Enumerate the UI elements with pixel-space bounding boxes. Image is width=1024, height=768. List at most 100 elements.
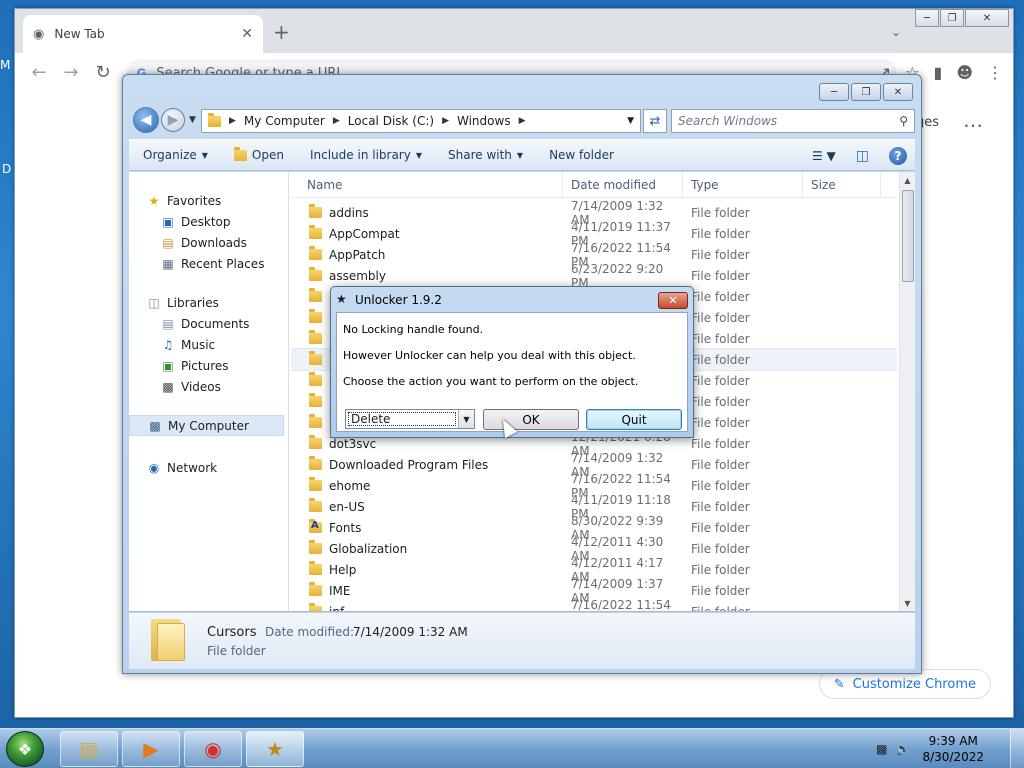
nav-pictures[interactable]: ▣ Pictures xyxy=(129,355,288,376)
folder-icon xyxy=(309,540,322,554)
folder-icon xyxy=(208,112,221,127)
nav-videos[interactable]: ▩ Videos xyxy=(129,376,288,397)
star-icon: ★ xyxy=(148,193,160,208)
new-tab-plus-icon[interactable]: + xyxy=(273,22,290,42)
address-dropdown-icon[interactable]: ▼ xyxy=(627,116,634,126)
breadcrumb-item[interactable]: My Computer xyxy=(244,114,325,128)
command-bar: Organize ▼ Open Include in library ▼ Share… xyxy=(129,139,915,171)
help-icon[interactable]: ? xyxy=(889,147,907,165)
column-header-size[interactable]: Size xyxy=(803,172,881,197)
tab-close-icon[interactable]: ✕ xyxy=(241,26,253,42)
chevron-right-icon[interactable]: ▶ xyxy=(229,116,236,126)
column-header-date-modified[interactable]: Date modified xyxy=(563,172,683,197)
folder-icon xyxy=(309,309,322,323)
chevron-right-icon[interactable]: ▶ xyxy=(519,116,526,126)
downloads-icon: ▤ xyxy=(162,235,174,250)
taskbar-unlocker-button[interactable]: ★ xyxy=(246,731,304,767)
file-name: Help xyxy=(329,562,357,577)
folder-icon xyxy=(309,246,322,260)
details-item-type: File folder xyxy=(207,644,266,658)
forward-arrow-icon[interactable]: ▶ xyxy=(161,108,185,132)
maximize-icon[interactable]: ❐ xyxy=(940,9,964,27)
nav-libraries[interactable]: ◫ Libraries xyxy=(129,292,288,313)
desktop-icon-label-fragment: D xyxy=(2,162,12,176)
back-arrow-icon[interactable]: ◀ xyxy=(133,107,159,133)
nav-downloads[interactable]: ▤ Downloads xyxy=(129,232,288,253)
vertical-scrollbar[interactable]: ▲ ▼ xyxy=(899,172,915,611)
quit-button[interactable]: Quit xyxy=(586,409,682,430)
ok-button[interactable]: OK xyxy=(483,409,579,430)
scroll-thumb[interactable] xyxy=(902,190,914,282)
nav-favorites[interactable]: ★ Favorites xyxy=(129,190,288,211)
nav-desktop[interactable]: ▣ Desktop xyxy=(129,211,288,232)
recent-pages-dropdown-icon[interactable]: ▼ xyxy=(189,115,196,125)
taskbar-media-player-button[interactable]: ▶ xyxy=(122,731,180,767)
chrome-tab-new-tab[interactable]: ◉ New Tab ✕ xyxy=(23,15,263,53)
volume-icon[interactable]: 🔈 xyxy=(896,742,911,756)
file-name-cell: Fonts xyxy=(291,519,563,535)
fonts-folder-icon xyxy=(309,519,322,533)
pictures-icon: ▣ xyxy=(162,358,174,373)
nav-recent-places[interactable]: ▦ Recent Places xyxy=(129,253,288,274)
table-row[interactable]: assembly 6/23/2022 9:20 PM File folder xyxy=(291,262,897,290)
minimize-icon[interactable]: ─ xyxy=(915,9,939,27)
breadcrumb-item[interactable]: Windows xyxy=(457,114,511,128)
chevron-down-icon[interactable]: ▼ xyxy=(458,410,474,428)
column-header-name[interactable]: Name xyxy=(291,172,563,197)
new-folder-button[interactable]: New folder xyxy=(549,148,614,162)
search-input[interactable]: Search Windows ⚲ xyxy=(671,109,915,133)
chrome-tab-strip: ◉ New Tab ✕ + ⌄ ─ ❐ ✕ xyxy=(15,9,1013,53)
back-arrow-icon[interactable]: ← xyxy=(23,62,55,83)
include-in-library-button[interactable]: Include in library ▼ xyxy=(310,148,422,162)
taskbar-explorer-button[interactable]: ▤ xyxy=(60,731,118,767)
taskbar-chrome-button[interactable]: ◉ xyxy=(184,731,242,767)
organize-button[interactable]: Organize ▼ xyxy=(143,148,208,162)
minimize-icon[interactable]: ─ xyxy=(819,83,849,101)
close-icon[interactable]: ✕ xyxy=(965,9,1009,27)
apps-grid-icon[interactable]: ⋯ xyxy=(963,113,983,137)
open-button[interactable]: Open xyxy=(233,146,284,162)
videos-icon: ▩ xyxy=(162,379,174,394)
folder-icon xyxy=(309,330,322,344)
network-status-icon[interactable]: ▩ xyxy=(876,742,887,756)
profile-avatar-icon[interactable]: ☻ xyxy=(956,63,973,82)
file-name: AppCompat xyxy=(329,226,400,241)
chevron-right-icon[interactable]: ▶ xyxy=(333,116,340,126)
side-panel-icon[interactable]: ▮ xyxy=(934,63,943,82)
start-button[interactable]: ❖ xyxy=(6,731,44,767)
share-with-button[interactable]: Share with ▼ xyxy=(448,148,523,162)
address-bar[interactable]: ▶ My Computer ▶ Local Disk (C:) ▶ Window… xyxy=(201,109,641,133)
folder-icon xyxy=(309,414,322,428)
file-type: File folder xyxy=(691,247,750,262)
search-icon[interactable]: ⚲ xyxy=(899,114,908,128)
nav-music[interactable]: ♫ Music xyxy=(129,334,288,355)
clock-date: 8/30/2022 xyxy=(922,750,984,764)
table-row[interactable]: inf 7/16/2022 11:54 PM File folder xyxy=(291,597,897,612)
details-item-name: Cursors xyxy=(207,625,257,640)
preview-pane-icon[interactable]: ◫ xyxy=(856,148,869,164)
file-name: Globalization xyxy=(329,541,408,556)
file-date-modified: 7/16/2022 11:54 PM xyxy=(571,597,671,612)
refresh-icon[interactable]: ⇄ xyxy=(643,109,667,133)
close-icon[interactable]: ✕ xyxy=(883,83,913,101)
nav-documents[interactable]: ▤ Documents xyxy=(129,313,288,334)
reload-icon[interactable]: ↻ xyxy=(87,62,119,83)
clock[interactable]: 9:39 AM 8/30/2022 xyxy=(922,733,984,765)
folder-icon xyxy=(309,393,322,407)
view-options-icon[interactable]: ☰ ▼ xyxy=(812,149,836,163)
breadcrumb-item[interactable]: Local Disk (C:) xyxy=(348,114,434,128)
nav-network[interactable]: ◉ Network xyxy=(129,457,288,478)
maximize-icon[interactable]: ❐ xyxy=(851,83,881,101)
chevron-right-icon[interactable]: ▶ xyxy=(442,116,449,126)
column-header-type[interactable]: Type xyxy=(683,172,803,197)
file-type: File folder xyxy=(691,331,750,346)
menu-kebab-icon[interactable]: ⋮ xyxy=(987,63,1003,82)
show-desktop-button[interactable] xyxy=(1010,729,1024,768)
scroll-up-icon[interactable]: ▲ xyxy=(900,172,915,188)
tab-search-chevron-icon[interactable]: ⌄ xyxy=(891,25,901,39)
forward-arrow-icon[interactable]: → xyxy=(55,62,87,83)
close-icon[interactable]: ✕ xyxy=(658,292,688,309)
nav-my-computer[interactable]: ▩ My Computer xyxy=(129,415,284,436)
scroll-down-icon[interactable]: ▼ xyxy=(900,595,915,611)
action-select[interactable]: Delete ▼ xyxy=(345,409,475,429)
